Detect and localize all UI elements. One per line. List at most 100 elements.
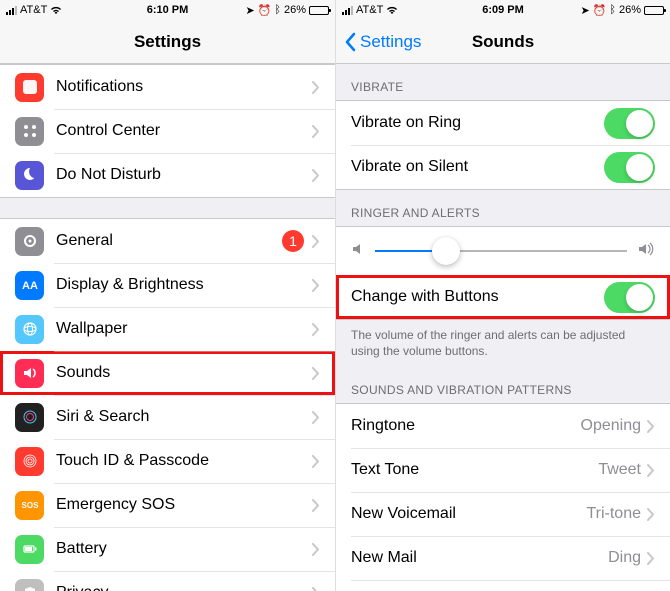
settings-row-do-not-disturb[interactable]: Do Not Disturb: [0, 153, 335, 197]
cell-label: New Mail: [351, 549, 608, 567]
chevron-right-icon: [312, 455, 320, 468]
badge: 1: [282, 230, 304, 252]
cell-label: Display & Brightness: [56, 276, 312, 294]
bluetooth-icon: ᛒ: [274, 4, 281, 16]
cell-label: Wallpaper: [56, 320, 312, 338]
cell-label: Do Not Disturb: [56, 166, 312, 184]
navbar: Settings: [0, 20, 335, 64]
chevron-right-icon: [647, 420, 655, 433]
settings-row-display-brightness[interactable]: AA Display & Brightness: [0, 263, 335, 307]
location-icon: ➤: [580, 4, 589, 17]
volume-low-icon: [351, 242, 365, 261]
statusbar: AT&T 6:10 PM ➤ ⏰ ᛒ 26%: [0, 0, 335, 20]
settings-row-control-center[interactable]: Control Center: [0, 109, 335, 153]
sounds-icon: [15, 359, 44, 388]
cell-label: New Voicemail: [351, 505, 586, 523]
cell-label: Change with Buttons: [351, 288, 604, 306]
sent-mail-row[interactable]: Sent MailSwoosh: [336, 580, 670, 591]
settings-row-sounds[interactable]: Sounds: [0, 351, 335, 395]
new-voicemail-row[interactable]: New VoicemailTri-tone: [336, 492, 670, 536]
chevron-right-icon: [647, 464, 655, 477]
vibrate-on-silent-toggle[interactable]: [604, 152, 655, 183]
chevron-right-icon: [312, 235, 320, 248]
cell-label: Battery: [56, 540, 312, 558]
touchid-passcode-icon: [15, 447, 44, 476]
chevron-right-icon: [312, 543, 320, 556]
settings-screen: AT&T 6:10 PM ➤ ⏰ ᛒ 26% Settings Notifica…: [0, 0, 335, 591]
settings-list[interactable]: Notifications Control Center Do Not Distur…: [0, 64, 335, 591]
notifications-icon: [15, 73, 44, 102]
section-header-vibrate: VIBRATE: [336, 64, 670, 100]
cell-label: Text Tone: [351, 461, 598, 479]
location-icon: ➤: [245, 4, 254, 17]
vibrate-on-ring-toggle[interactable]: [604, 108, 655, 139]
sounds-screen: AT&T 6:09 PM ➤ ⏰ ᛒ 26% Settings Sounds V…: [335, 0, 670, 591]
settings-row-emergency-sos[interactable]: SOS Emergency SOS: [0, 483, 335, 527]
chevron-left-icon: [344, 32, 356, 52]
section-header-patterns: SOUNDS AND VIBRATION PATTERNS: [336, 367, 670, 403]
chevron-right-icon: [312, 367, 320, 380]
cell-label: Ringtone: [351, 417, 581, 435]
carrier-label: AT&T: [20, 4, 47, 16]
chevron-right-icon: [647, 508, 655, 521]
chevron-right-icon: [312, 169, 320, 182]
cell-label: Vibrate on Silent: [351, 158, 604, 176]
settings-row-privacy[interactable]: Privacy: [0, 571, 335, 591]
battery-percent: 26%: [284, 4, 306, 16]
chevron-right-icon: [312, 279, 320, 292]
status-time: 6:09 PM: [482, 4, 524, 16]
settings-row-siri-search[interactable]: Siri & Search: [0, 395, 335, 439]
wallpaper-icon: [15, 315, 44, 344]
svg-text:AA: AA: [22, 280, 38, 292]
alarm-icon: ⏰: [593, 4, 607, 17]
ringer-volume-slider-cell: [336, 227, 670, 275]
cell-detail: Tweet: [598, 461, 641, 479]
cell-label: Vibrate on Ring: [351, 114, 604, 132]
carrier-label: AT&T: [356, 4, 383, 16]
chevron-right-icon: [312, 323, 320, 336]
settings-row-wallpaper[interactable]: Wallpaper: [0, 307, 335, 351]
cell-label: Touch ID & Passcode: [56, 452, 312, 470]
privacy-icon: [15, 579, 44, 591]
wifi-icon: [386, 6, 398, 15]
settings-row-general[interactable]: General1: [0, 219, 335, 263]
general-icon: [15, 227, 44, 256]
ringer-volume-slider[interactable]: [375, 237, 627, 265]
cell-detail: Tri-tone: [586, 505, 641, 523]
chevron-right-icon: [312, 81, 320, 94]
text-tone-row[interactable]: Text ToneTweet: [336, 448, 670, 492]
change-with-buttons-row[interactable]: Change with Buttons: [336, 275, 670, 319]
svg-text:SOS: SOS: [21, 501, 38, 510]
cell-label: General: [56, 232, 282, 250]
display-brightness-icon: AA: [15, 271, 44, 300]
cell-label: Emergency SOS: [56, 496, 312, 514]
settings-row-notifications[interactable]: Notifications: [0, 65, 335, 109]
signal-icon: [6, 6, 17, 15]
sounds-list[interactable]: VIBRATE Vibrate on Ring Vibrate on Silent…: [336, 64, 670, 591]
cell-detail: Ding: [608, 549, 641, 567]
chevron-right-icon: [312, 587, 320, 591]
navbar: Settings Sounds: [336, 20, 670, 64]
cell-label: Control Center: [56, 122, 312, 140]
settings-row-battery[interactable]: Battery: [0, 527, 335, 571]
settings-row-touchid-passcode[interactable]: Touch ID & Passcode: [0, 439, 335, 483]
battery-icon: [15, 535, 44, 564]
cell-label: Notifications: [56, 78, 312, 96]
control-center-icon: [15, 117, 44, 146]
chevron-right-icon: [312, 499, 320, 512]
emergency-sos-icon: SOS: [15, 491, 44, 520]
change-with-buttons-toggle[interactable]: [604, 282, 655, 313]
new-mail-row[interactable]: New MailDing: [336, 536, 670, 580]
cell-label: Sounds: [56, 364, 312, 382]
ringtone-row[interactable]: RingtoneOpening: [336, 404, 670, 448]
section-footer-ringer: The volume of the ringer and alerts can …: [336, 320, 670, 367]
bluetooth-icon: ᛒ: [609, 4, 616, 16]
statusbar: AT&T 6:09 PM ➤ ⏰ ᛒ 26%: [336, 0, 670, 20]
cell-label: Privacy: [56, 584, 312, 591]
battery-icon: [309, 6, 329, 15]
vibrate-on-ring-row[interactable]: Vibrate on Ring: [336, 101, 670, 145]
cell-label: Siri & Search: [56, 408, 312, 426]
back-button[interactable]: Settings: [344, 32, 421, 52]
vibrate-on-silent-row[interactable]: Vibrate on Silent: [336, 145, 670, 189]
chevron-right-icon: [647, 552, 655, 565]
